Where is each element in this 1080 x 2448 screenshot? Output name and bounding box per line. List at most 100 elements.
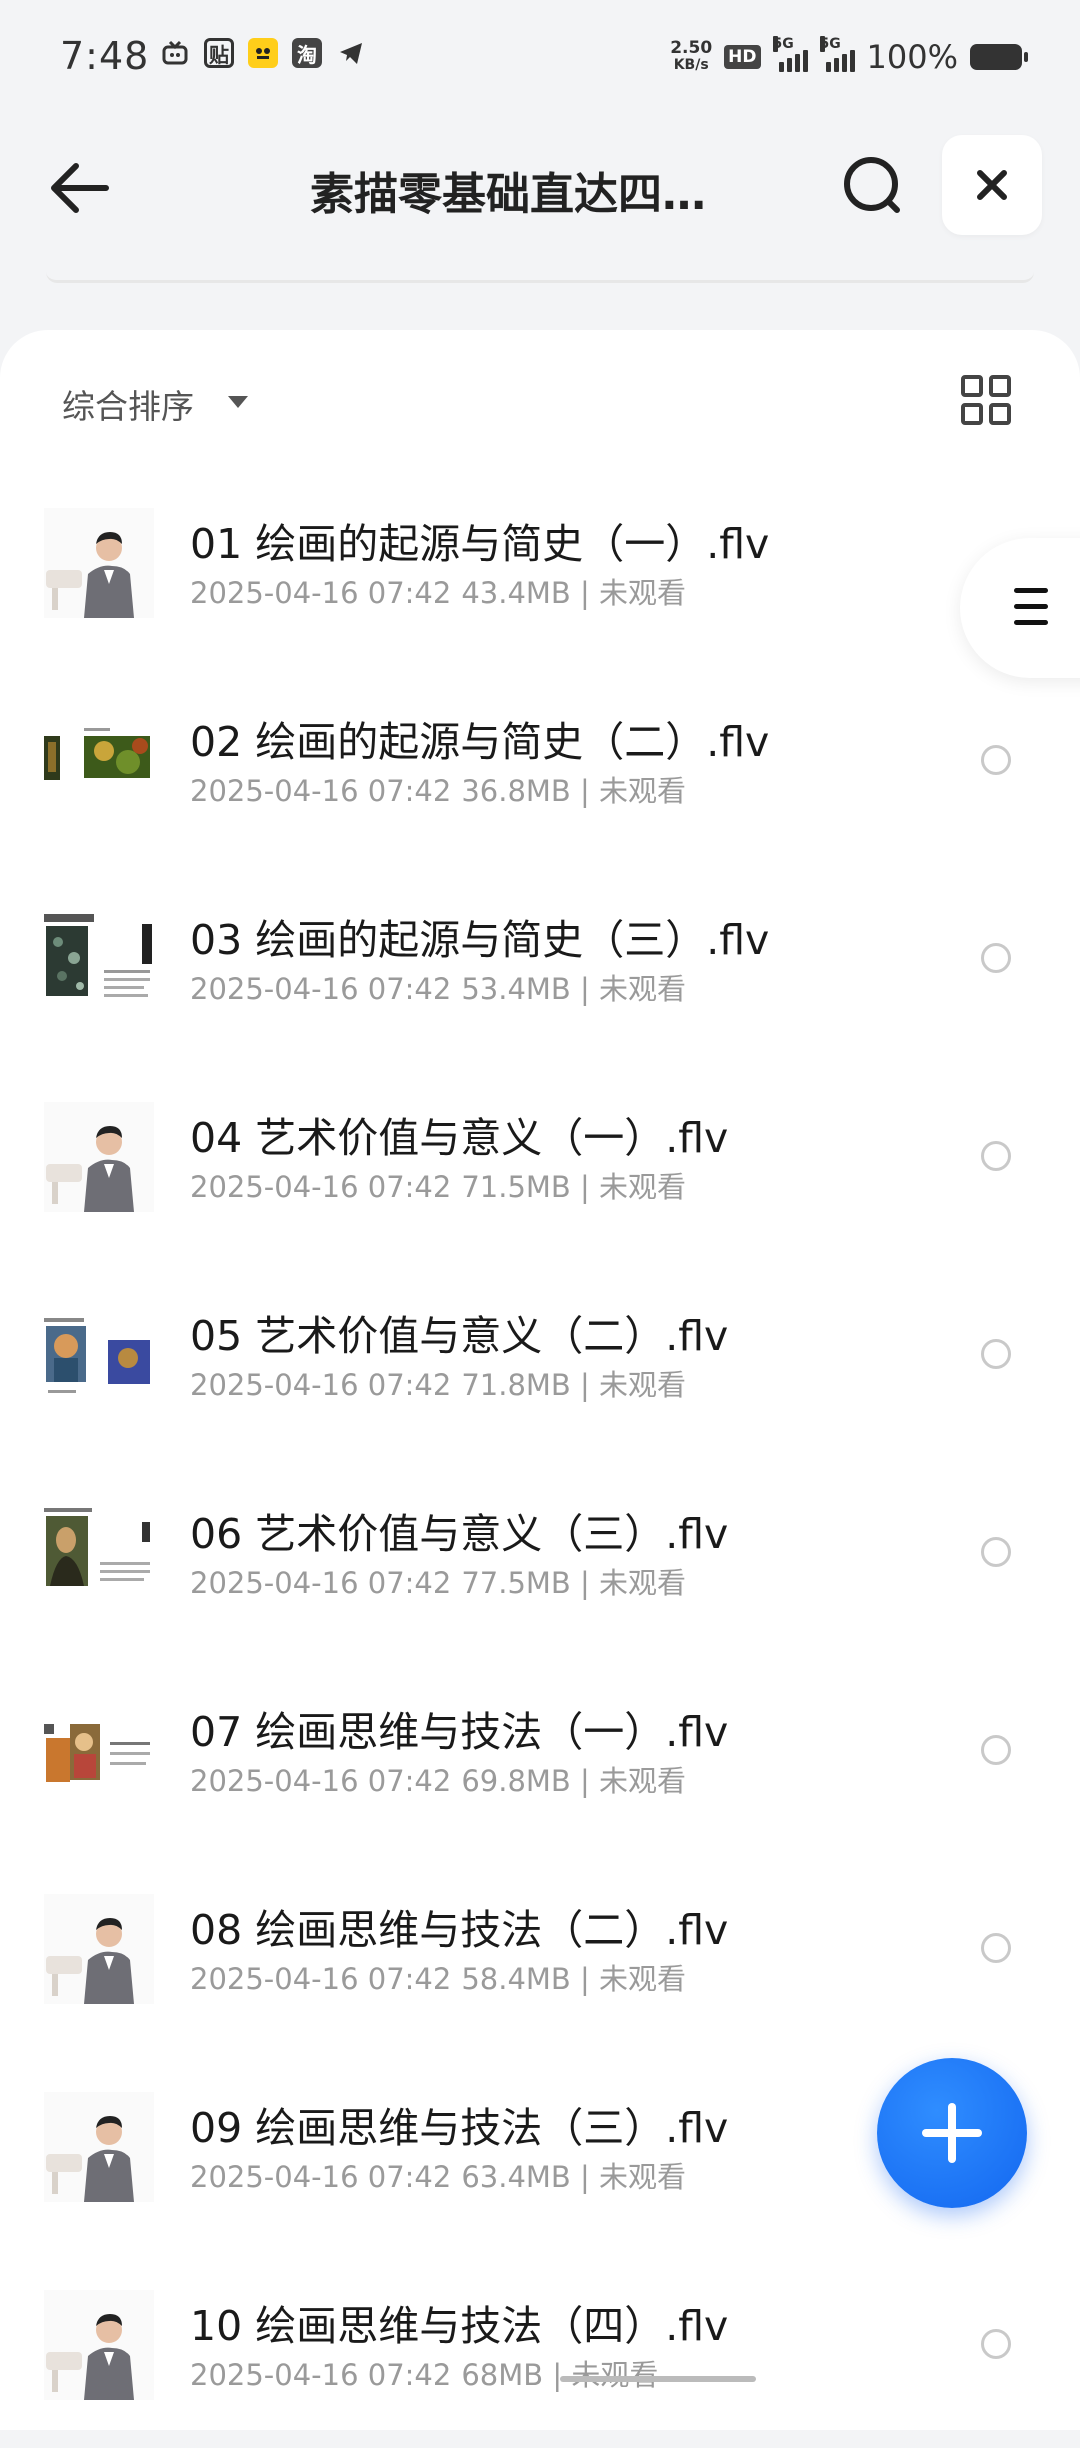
file-name: 02 绘画的起源与简史（二）.flv bbox=[190, 718, 770, 766]
meta-separator: | bbox=[570, 2160, 600, 2194]
meta-separator: | bbox=[570, 972, 600, 1006]
meta-separator: | bbox=[570, 1170, 600, 1204]
sim1-label: 5G bbox=[772, 36, 794, 52]
watch-status: 未观看 bbox=[599, 1566, 687, 1600]
battery-icon bbox=[970, 44, 1028, 70]
file-meta: 2025-04-16 07:42 36.8MB | 未观看 bbox=[190, 768, 686, 810]
file-name: 05 艺术价值与意义（二）.flv bbox=[190, 1312, 729, 1360]
watch-status: 未观看 bbox=[599, 1962, 687, 1996]
file-name: 03 绘画的起源与简史（三）.flv bbox=[190, 916, 770, 964]
file-row[interactable]: 05 艺术价值与意义（二）.flv 2025-04-16 07:42 71.8MB … bbox=[0, 1260, 1080, 1458]
video-thumbnail bbox=[44, 1102, 154, 1212]
video-thumbnail bbox=[44, 1696, 154, 1806]
file-date: 2025-04-16 07:42 bbox=[190, 1566, 452, 1600]
watch-status: 未观看 bbox=[599, 1764, 687, 1798]
caret-down-icon[interactable] bbox=[228, 396, 248, 408]
file-size: 36.8MB bbox=[461, 774, 571, 808]
add-button[interactable] bbox=[877, 2058, 1027, 2208]
file-date: 2025-04-16 07:42 bbox=[190, 1962, 452, 1996]
file-size: 43.4MB bbox=[461, 576, 571, 610]
file-row[interactable]: 03 绘画的起源与简史（三）.flv 2025-04-16 07:42 53.4MB… bbox=[0, 864, 1080, 1062]
file-date: 2025-04-16 07:42 bbox=[190, 2358, 452, 2392]
net-speed-unit: KB/s bbox=[673, 57, 709, 73]
file-meta: 2025-04-16 07:42 69.8MB | 未观看 bbox=[190, 1758, 686, 1800]
header-divider bbox=[46, 272, 1034, 283]
file-name: 06 艺术价值与意义（三）.flv bbox=[190, 1510, 729, 1558]
file-date: 2025-04-16 07:42 bbox=[190, 1368, 452, 1402]
meta-separator: | bbox=[570, 774, 600, 808]
meta-separator: | bbox=[543, 2358, 572, 2392]
file-size: 69.8MB bbox=[461, 1764, 571, 1798]
select-radio[interactable] bbox=[981, 1141, 1011, 1171]
file-row[interactable]: 08 绘画思维与技法（二）.flv 2025-04-16 07:42 58.4MB … bbox=[0, 1854, 1080, 2052]
file-name: 01 绘画的起源与简史（一）.flv bbox=[190, 520, 770, 568]
meta-separator: | bbox=[570, 1566, 600, 1600]
signal-icon: 5G bbox=[772, 36, 808, 72]
close-icon bbox=[977, 170, 1007, 200]
game-icon bbox=[248, 38, 278, 68]
file-meta: 2025-04-16 07:42 63.4MB | 未观看 bbox=[190, 2154, 686, 2196]
watch-status: 未观看 bbox=[571, 2358, 659, 2392]
hd-badge: HD bbox=[724, 45, 761, 69]
file-row[interactable]: 06 艺术价值与意义（三）.flv 2025-04-16 07:42 77.5MB … bbox=[0, 1458, 1080, 1656]
video-thumbnail bbox=[44, 1300, 154, 1410]
file-row[interactable]: 10 绘画思维与技法（四）.flv 2025-04-16 07:42 68MB | … bbox=[0, 2250, 1080, 2448]
file-meta: 2025-04-16 07:42 71.8MB | 未观看 bbox=[190, 1362, 686, 1404]
meta-separator: | bbox=[570, 576, 600, 610]
watch-status: 未观看 bbox=[599, 972, 687, 1006]
file-name: 07 绘画思维与技法（一）.flv bbox=[190, 1708, 729, 1756]
select-radio[interactable] bbox=[981, 1933, 1011, 1963]
video-thumbnail bbox=[44, 508, 154, 618]
file-row[interactable]: 01 绘画的起源与简史（一）.flv 2025-04-16 07:42 43.4MB… bbox=[0, 468, 1080, 666]
sort-dropdown[interactable]: 综合排序 bbox=[62, 380, 194, 428]
file-name: 08 绘画思维与技法（二）.flv bbox=[190, 1906, 729, 1954]
signal-icon: 5G bbox=[819, 36, 855, 72]
file-name: 10 绘画思维与技法（四）.flv bbox=[190, 2302, 729, 2350]
file-size: 77.5MB bbox=[461, 1566, 571, 1600]
net-speed-value: 2.50 bbox=[670, 38, 713, 58]
status-time: 7:48 bbox=[60, 34, 150, 78]
meta-separator: | bbox=[570, 1962, 600, 1996]
arrow-left-icon bbox=[51, 163, 109, 213]
search-button[interactable] bbox=[835, 148, 915, 228]
file-size: 53.4MB bbox=[461, 972, 571, 1006]
grid-icon bbox=[961, 375, 1011, 425]
file-row[interactable]: 02 绘画的起源与简史（二）.flv 2025-04-16 07:42 36.8MB… bbox=[0, 666, 1080, 864]
telegram-icon bbox=[336, 38, 366, 68]
file-meta: 2025-04-16 07:42 77.5MB | 未观看 bbox=[190, 1560, 686, 1602]
battery-percent: 100% bbox=[866, 38, 958, 76]
tv-icon bbox=[160, 38, 190, 68]
page-title: 素描零基础直达四… bbox=[310, 169, 706, 220]
back-button[interactable] bbox=[40, 153, 120, 223]
video-thumbnail bbox=[44, 1498, 154, 1608]
file-size: 68MB bbox=[461, 2358, 544, 2392]
select-radio[interactable] bbox=[981, 2329, 1011, 2359]
file-row[interactable]: 07 绘画思维与技法（一）.flv 2025-04-16 07:42 69.8MB … bbox=[0, 1656, 1080, 1854]
watch-status: 未观看 bbox=[599, 576, 687, 610]
select-radio[interactable] bbox=[981, 1339, 1011, 1369]
file-name: 09 绘画思维与技法（三）.flv bbox=[190, 2104, 729, 2152]
select-radio[interactable] bbox=[981, 1537, 1011, 1567]
file-date: 2025-04-16 07:42 bbox=[190, 2160, 452, 2194]
app-header: 素描零基础直达四… bbox=[0, 118, 1080, 258]
grid-view-button[interactable] bbox=[958, 372, 1014, 428]
file-meta: 2025-04-16 07:42 53.4MB | 未观看 bbox=[190, 966, 686, 1008]
select-radio[interactable] bbox=[981, 1735, 1011, 1765]
select-radio[interactable] bbox=[981, 745, 1011, 775]
watch-status: 未观看 bbox=[599, 1170, 687, 1204]
watch-status: 未观看 bbox=[599, 1368, 687, 1402]
select-radio[interactable] bbox=[981, 943, 1011, 973]
search-icon bbox=[844, 157, 900, 213]
taobao-icon: 淘 bbox=[292, 38, 322, 68]
net-speed: 2.50 KB/s bbox=[670, 40, 712, 74]
file-date: 2025-04-16 07:42 bbox=[190, 774, 452, 808]
file-row[interactable]: 04 艺术价值与意义（一）.flv 2025-04-16 07:42 71.5MB … bbox=[0, 1062, 1080, 1260]
file-size: 58.4MB bbox=[461, 1962, 571, 1996]
file-name: 04 艺术价值与意义（一）.flv bbox=[190, 1114, 729, 1162]
close-button[interactable] bbox=[942, 135, 1042, 235]
status-bar: 7:48 贴 淘 2.50 KB/s HD 5G 5G 100% bbox=[0, 0, 1080, 118]
video-thumbnail bbox=[44, 2290, 154, 2400]
file-size: 71.5MB bbox=[461, 1170, 571, 1204]
file-size: 63.4MB bbox=[461, 2160, 571, 2194]
video-thumbnail bbox=[44, 1894, 154, 2004]
